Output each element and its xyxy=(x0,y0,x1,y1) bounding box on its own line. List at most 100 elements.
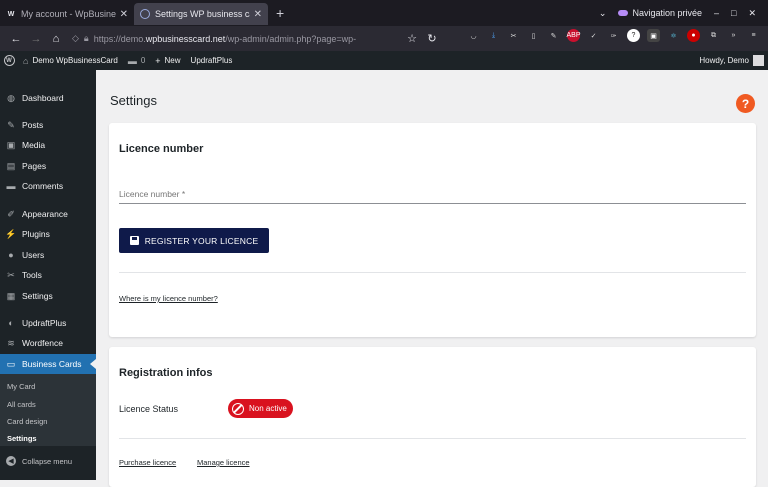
wp-admin-bar: W ⌂ Demo WpBusinessCard ▬ 0 + New Updraf… xyxy=(0,51,768,70)
sidebar-item-label: Wordfence xyxy=(22,338,63,349)
screenshot-icon[interactable]: ✂ xyxy=(507,29,520,42)
home-icon[interactable]: ⌂ xyxy=(46,29,66,49)
admin-sidebar: ◍ Dashboard ✎ Posts ▣ Media ▤ Pages ▬ Co… xyxy=(0,70,96,480)
close-window-button[interactable]: ✕ xyxy=(748,8,756,19)
updraft-icon: ◐ xyxy=(8,318,14,329)
user-icon: ● xyxy=(8,250,14,261)
licence-help-link[interactable]: Where is my licence number? xyxy=(119,294,218,303)
private-browsing-indicator: Navigation privée xyxy=(618,8,702,18)
howdy-label: Howdy, Demo xyxy=(699,56,749,65)
sidebar-item-label: UpdraftPlus xyxy=(22,318,67,329)
extension-toolbar: ◡ ⤓ ✂ ▯ ✎ ABP ✓ ✑ ? ▣ ⚛ ● ⧉ » ≡ xyxy=(467,29,760,42)
sidebar-item-media[interactable]: ▣ Media xyxy=(0,135,96,156)
home-icon: ⌂ xyxy=(23,55,29,66)
extensions-puzzle-icon[interactable]: ⧉ xyxy=(707,29,720,42)
record-icon[interactable]: ● xyxy=(687,29,700,42)
sidebar-item-label: Media xyxy=(22,140,46,151)
tab-title: Settings WP business card xyxy=(155,9,250,19)
business-cards-submenu: My Card All cards Card design Settings xyxy=(0,374,96,446)
lock-icon: 🔒︎ xyxy=(83,33,89,43)
submenu-my-card[interactable]: My Card xyxy=(7,382,35,391)
licence-status-label: Licence Status xyxy=(119,404,179,414)
hamburger-menu-icon[interactable]: ≡ xyxy=(747,29,760,42)
feather-icon[interactable]: ✑ xyxy=(607,29,620,42)
licence-card: Licence number Licence number * REGISTER… xyxy=(109,123,756,337)
tools-icon[interactable]: ✎ xyxy=(547,29,560,42)
licence-number-label: Licence number * xyxy=(119,189,186,199)
register-button-label: REGISTER YOUR LICENCE xyxy=(144,235,259,246)
licence-title: Licence number xyxy=(119,143,204,155)
sidebar-item-wordfence[interactable]: ≋ Wordfence xyxy=(0,333,96,354)
badge-ext-icon[interactable]: ▣ xyxy=(647,29,660,42)
wpbc-favicon-icon: W xyxy=(7,10,15,18)
private-mask-icon xyxy=(618,10,629,16)
account-menu[interactable]: Howdy, Demo xyxy=(699,51,764,70)
sidebar-item-pages[interactable]: ▤ Pages xyxy=(0,156,96,177)
submenu-card-design[interactable]: Card design xyxy=(7,417,47,426)
sidebar-item-dashboard[interactable]: ◍ Dashboard xyxy=(0,88,96,109)
new-tab-button[interactable]: + xyxy=(276,5,284,21)
wordpress-logo-icon[interactable]: W xyxy=(0,51,18,70)
submenu-all-cards[interactable]: All cards xyxy=(7,400,36,409)
register-licence-button[interactable]: REGISTER YOUR LICENCE xyxy=(119,228,269,253)
site-name-link[interactable]: ⌂ Demo WpBusinessCard xyxy=(18,56,123,66)
shield-icon: ◇ xyxy=(72,33,79,43)
comments-icon: ▬ xyxy=(6,181,16,192)
window-controls: ⌄ Navigation privée – □ ✕ xyxy=(599,0,768,26)
sidebar-item-updraftplus[interactable]: ◐ UpdraftPlus xyxy=(0,313,96,334)
settings-icon: ▦ xyxy=(6,290,16,301)
download-icon[interactable]: ⤓ xyxy=(487,29,500,42)
sidebar-item-label: Posts xyxy=(22,120,44,131)
sidebar-item-appearance[interactable]: ✐ Appearance xyxy=(0,204,96,225)
sidebar-item-settings[interactable]: ▦ Settings xyxy=(0,286,96,307)
licence-number-input[interactable] xyxy=(119,203,746,204)
collapse-label: Collapse menu xyxy=(22,456,73,466)
updraftplus-link[interactable]: UpdraftPlus xyxy=(186,56,238,65)
adblock-icon[interactable]: ABP xyxy=(567,29,581,42)
maximize-button[interactable]: □ xyxy=(731,8,736,18)
sidebar-item-plugins[interactable]: ⚡ Plugins xyxy=(0,224,96,245)
help-button[interactable]: ? xyxy=(736,94,755,113)
url-bar[interactable]: ◇ 🔒︎ https://demo. wpbusinesscard.net/wp-… xyxy=(72,30,402,48)
avatar xyxy=(753,55,764,66)
comments-link[interactable]: ▬ 0 xyxy=(123,56,150,66)
sidebar-item-label: Comments xyxy=(22,181,64,192)
sidebar-item-posts[interactable]: ✎ Posts xyxy=(0,115,96,136)
extension-icon[interactable]: ✓ xyxy=(587,29,600,42)
sidebar-item-label: Dashboard xyxy=(22,93,64,104)
overflow-menu-icon[interactable]: » xyxy=(727,29,740,42)
pages-icon: ▤ xyxy=(6,160,16,171)
react-icon[interactable]: ⚛ xyxy=(667,29,680,42)
bookmark-star-icon[interactable]: ☆ xyxy=(402,29,422,49)
sidebar-item-users[interactable]: ● Users xyxy=(0,245,96,266)
submenu-settings[interactable]: Settings xyxy=(7,434,37,443)
close-tab-icon[interactable]: ✕ xyxy=(120,9,128,20)
pocket-icon[interactable]: ◡ xyxy=(467,29,480,42)
new-content-link[interactable]: + New xyxy=(150,56,185,66)
browser-tab-my-account[interactable]: W My account - WpBusinessCard ✕ xyxy=(0,3,134,25)
sidebar-item-comments[interactable]: ▬ Comments xyxy=(0,176,96,197)
url-host: wpbusinesscard.net xyxy=(145,33,226,44)
comments-count: 0 xyxy=(140,56,146,65)
media-icon: ▣ xyxy=(6,139,16,150)
close-tab-icon[interactable]: ✕ xyxy=(254,9,262,20)
browser-tab-settings[interactable]: Settings WP business card ✕ xyxy=(134,3,268,25)
ban-icon xyxy=(232,402,244,415)
reader-icon[interactable]: ▯ xyxy=(527,29,540,42)
collapse-menu-button[interactable]: ◀ Collapse menu xyxy=(6,456,72,466)
sidebar-item-label: Plugins xyxy=(22,229,50,240)
reload-icon[interactable]: ↻ xyxy=(422,29,442,49)
divider xyxy=(119,438,746,439)
url-prefix: https://demo. xyxy=(93,33,146,44)
tab-list-chevron-icon[interactable]: ⌄ xyxy=(599,8,607,19)
sidebar-item-tools[interactable]: ✂ Tools xyxy=(0,265,96,286)
minimize-button[interactable]: – xyxy=(714,8,719,18)
comment-icon: ▬ xyxy=(127,55,137,66)
back-icon[interactable]: ← xyxy=(6,29,26,49)
purchase-licence-link[interactable]: Purchase licence xyxy=(119,458,176,467)
forward-icon[interactable]: → xyxy=(26,29,46,49)
divider xyxy=(119,272,746,273)
manage-licence-link[interactable]: Manage licence xyxy=(197,458,250,467)
sidebar-item-business-cards[interactable]: ▭ Business Cards xyxy=(0,354,96,375)
help-ext-icon[interactable]: ? xyxy=(627,29,640,42)
